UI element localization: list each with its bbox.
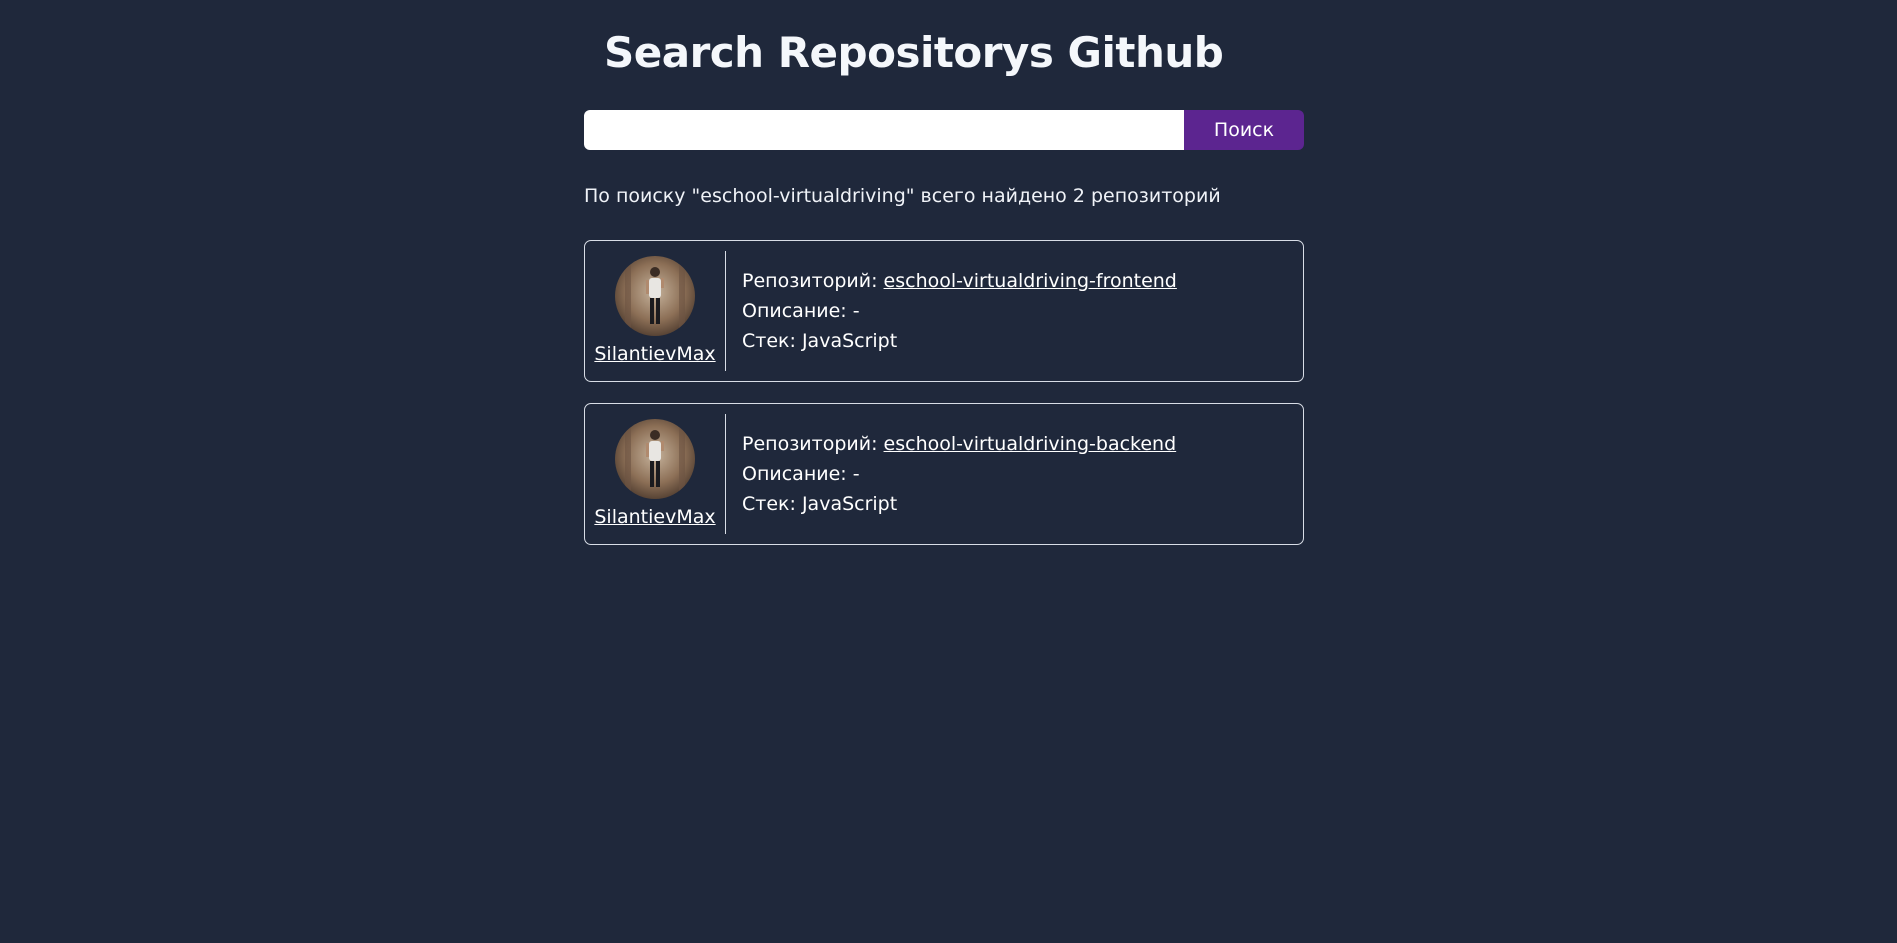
- repo-card: SilantievMax Репозиторий: eschool-virtua…: [584, 240, 1304, 382]
- repo-stack: JavaScript: [801, 330, 898, 352]
- repo-stack: JavaScript: [801, 493, 898, 515]
- owner-block: SilantievMax: [585, 251, 726, 371]
- repo-stack-line: Стек: JavaScript: [742, 489, 1176, 519]
- repo-name-line: Репозиторий: eschool-virtualdriving-back…: [742, 429, 1176, 459]
- search-button[interactable]: Поиск: [1184, 110, 1304, 150]
- repo-description-line: Описание: -: [742, 459, 1176, 489]
- repo-description: -: [852, 300, 860, 322]
- app-root: Search Repositorys Github Поиск По поиск…: [0, 0, 1897, 943]
- description-label: Описание:: [742, 300, 853, 322]
- repo-link[interactable]: eschool-virtualdriving-frontend: [884, 270, 1177, 292]
- description-label: Описание:: [742, 463, 853, 485]
- search-input[interactable]: [584, 110, 1184, 150]
- owner-avatar[interactable]: [615, 419, 695, 499]
- result-summary: По поиску "eschool-virtualdriving" всего…: [584, 185, 1221, 207]
- stack-label: Стек:: [742, 330, 802, 352]
- repo-label: Репозиторий:: [742, 270, 884, 292]
- repo-description-line: Описание: -: [742, 296, 1177, 326]
- repo-info: Репозиторий: eschool-virtualdriving-back…: [726, 414, 1176, 534]
- owner-link[interactable]: SilantievMax: [594, 340, 715, 368]
- search-bar: Поиск: [584, 110, 1304, 150]
- repo-label: Репозиторий:: [742, 433, 884, 455]
- repo-name-line: Репозиторий: eschool-virtualdriving-fron…: [742, 266, 1177, 296]
- repo-description: -: [852, 463, 860, 485]
- repo-link[interactable]: eschool-virtualdriving-backend: [884, 433, 1177, 455]
- owner-block: SilantievMax: [585, 414, 726, 534]
- owner-link[interactable]: SilantievMax: [594, 503, 715, 531]
- repo-stack-line: Стек: JavaScript: [742, 326, 1177, 356]
- repo-list: SilantievMax Репозиторий: eschool-virtua…: [584, 240, 1304, 566]
- repo-info: Репозиторий: eschool-virtualdriving-fron…: [726, 251, 1177, 371]
- stack-label: Стек:: [742, 493, 802, 515]
- owner-avatar[interactable]: [615, 256, 695, 336]
- page-title: Search Repositorys Github: [604, 28, 1224, 77]
- repo-card: SilantievMax Репозиторий: eschool-virtua…: [584, 403, 1304, 545]
